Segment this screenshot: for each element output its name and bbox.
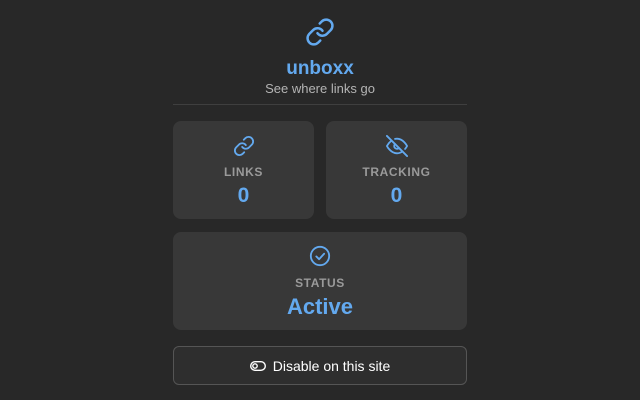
link-icon xyxy=(306,18,334,46)
app-title: unboxx xyxy=(286,58,354,79)
check-circle-icon xyxy=(309,245,331,267)
status-label: STATUS xyxy=(295,276,345,290)
status-value: Active xyxy=(286,294,354,319)
links-card: LINKS 0 xyxy=(173,121,314,219)
app-subtitle: See where links go xyxy=(265,81,375,96)
tracking-card: TRACKING 0 xyxy=(326,121,467,219)
tracking-label: TRACKING xyxy=(362,165,431,179)
link-icon xyxy=(233,135,254,157)
tracking-count: 0 xyxy=(390,184,403,207)
toggle-off-icon xyxy=(249,360,266,371)
header: unboxx See where links go xyxy=(173,0,467,105)
status-card: STATUS Active xyxy=(173,232,467,330)
disable-on-site-button[interactable]: Disable on this site xyxy=(173,346,467,385)
links-count: 0 xyxy=(237,184,250,207)
eye-off-icon xyxy=(385,135,408,157)
links-label: LINKS xyxy=(224,165,263,179)
disable-on-site-label: Disable on this site xyxy=(272,357,391,374)
